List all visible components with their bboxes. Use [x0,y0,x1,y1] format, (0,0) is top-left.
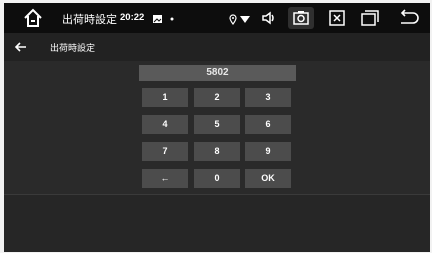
location-icon [227,12,239,26]
key-8[interactable]: 8 [194,142,240,161]
key-6[interactable]: 6 [245,115,291,134]
key-3[interactable]: 3 [245,88,291,107]
key-0[interactable]: 0 [194,169,240,188]
key-4[interactable]: 4 [142,115,188,134]
dot-icon [168,12,180,24]
back-arrow-icon[interactable] [14,40,28,54]
empty-area [4,195,430,252]
notification-image-icon [152,12,164,24]
volume-icon[interactable] [256,7,282,29]
back-icon[interactable] [394,7,420,29]
ok-key[interactable]: OK [245,169,291,188]
home-icon[interactable] [22,7,44,29]
status-title: 出荷時設定 [62,14,117,26]
keypad-panel: 5802 1 2 3 4 5 6 7 8 9 ← 0 OK [4,61,430,195]
recent-apps-icon[interactable] [356,7,382,29]
key-9[interactable]: 9 [245,142,291,161]
password-display: 5802 [139,65,296,81]
screen: 出荷時設定 20:22 出荷時設定 5802 1 2 3 4 5 6 7 8 9… [4,3,430,252]
status-bar: 出荷時設定 20:22 [4,3,430,33]
page-title: 出荷時設定 [50,43,96,53]
status-time: 20:22 [120,12,145,23]
backspace-key[interactable]: ← [142,169,188,188]
device-frame: 出荷時設定 20:22 出荷時設定 5802 1 2 3 4 5 6 7 8 9… [0,0,432,253]
key-5[interactable]: 5 [194,115,240,134]
screenshot-icon[interactable] [288,7,314,29]
wifi-icon [239,12,251,24]
key-2[interactable]: 2 [194,88,240,107]
close-box-icon[interactable] [324,7,350,29]
app-bar: 出荷時設定 [4,33,430,62]
key-7[interactable]: 7 [142,142,188,161]
key-1[interactable]: 1 [142,88,188,107]
